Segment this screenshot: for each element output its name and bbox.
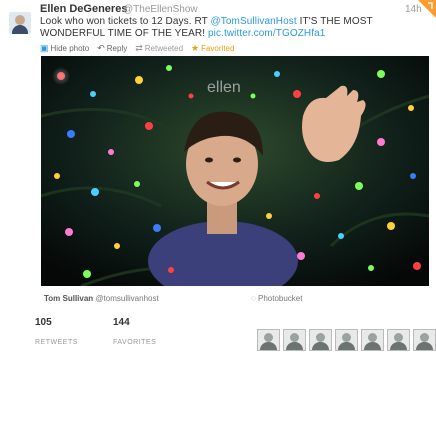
favorited-label: Favorited bbox=[201, 44, 235, 53]
avatar[interactable] bbox=[413, 329, 436, 351]
favorites-label: FAVORITES bbox=[113, 339, 157, 346]
avatar[interactable] bbox=[361, 329, 384, 351]
retweet-icon: ⇄ bbox=[135, 43, 143, 53]
user-handle[interactable]: @TheEllenShow bbox=[123, 4, 198, 15]
user-name[interactable]: Ellen DeGeneres bbox=[40, 3, 127, 15]
mention-link[interactable]: @TomSullivanHost bbox=[211, 16, 297, 27]
retweets-stat[interactable]: 105 RETWEETS bbox=[35, 317, 95, 346]
retweet-action[interactable]: ⇄ Retweeted bbox=[135, 43, 183, 54]
retweeted-label: Retweeted bbox=[144, 44, 184, 53]
photo-image: ellen bbox=[41, 56, 429, 286]
retweets-label: RETWEETS bbox=[35, 339, 78, 346]
avatar[interactable] bbox=[335, 329, 358, 351]
credit-name[interactable]: Tom Sullivan bbox=[44, 294, 93, 303]
hide-photo-action[interactable]: ▣ Hide photo bbox=[40, 43, 89, 54]
credit-handle[interactable]: @tomsullivanhost bbox=[95, 294, 158, 303]
hide-photo-label: Hide photo bbox=[50, 44, 90, 53]
retweets-count: 105 bbox=[35, 317, 52, 328]
photo-watermark: ellen bbox=[207, 79, 241, 96]
via-label: Photobucket bbox=[258, 294, 303, 303]
favorites-stat[interactable]: 144 FAVORITES bbox=[113, 317, 173, 346]
photobucket-credit[interactable]: ◌ Photobucket bbox=[251, 294, 302, 303]
avatar[interactable] bbox=[283, 329, 306, 351]
favorite-action[interactable]: ★ Favorited bbox=[191, 43, 234, 54]
tweet-photo[interactable]: ellen bbox=[41, 56, 429, 286]
reply-label: Reply bbox=[106, 44, 128, 53]
favorites-count: 144 bbox=[113, 317, 130, 328]
tweet-actions: ▣ Hide photo ↶ Reply ⇄ Retweeted ★ Favorited bbox=[40, 43, 234, 54]
avatar[interactable] bbox=[387, 329, 410, 351]
favoriters-avatars bbox=[257, 329, 436, 351]
reply-icon: ↶ bbox=[97, 43, 105, 53]
via-icon: ◌ bbox=[251, 294, 256, 303]
star-icon: ★ bbox=[191, 43, 200, 53]
avatar[interactable] bbox=[257, 329, 280, 351]
reply-action[interactable]: ↶ Reply bbox=[97, 43, 127, 54]
tweet-text: Look who won tickets to 12 Days. RT @Tom… bbox=[40, 16, 426, 40]
tweet-text-start: Look who won tickets to 12 Days. RT bbox=[40, 16, 211, 27]
avatar[interactable] bbox=[309, 329, 332, 351]
photo-link[interactable]: pic.twitter.com/TGOZHfa1 bbox=[208, 28, 325, 39]
photo-icon: ▣ bbox=[40, 43, 49, 53]
tweet: Ellen DeGeneres @TheEllenShow 14h Look w… bbox=[0, 0, 436, 427]
avatar[interactable] bbox=[9, 12, 31, 34]
